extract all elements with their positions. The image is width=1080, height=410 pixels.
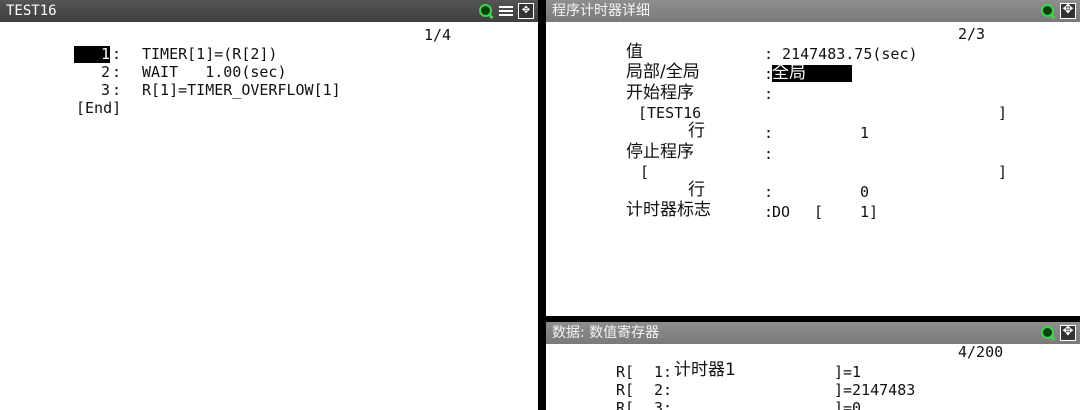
- timer-flag-index[interactable]: 1]: [860, 204, 878, 221]
- line-number-cursor[interactable]: 1: [74, 46, 110, 63]
- register-data-pane: 数据: 数值寄存器 4/200 R[ 1: 计时器1 ]=1 R[ 2: ]=2…: [546, 322, 1080, 410]
- register-value[interactable]: ]=2147483: [834, 382, 915, 399]
- program-editor-pane: TEST16 1/4 1 : TIMER[1]=(R[2]) 2 : WAIT …: [0, 0, 538, 410]
- line-code[interactable]: TIMER[1]=(R[2]): [142, 46, 277, 63]
- start-line-colon: :: [764, 124, 774, 142]
- register-prefix: R[: [616, 363, 635, 381]
- start-line-value: 1: [860, 124, 870, 142]
- line-code[interactable]: R[1]=TIMER_OVERFLOW[1]: [142, 82, 341, 99]
- stop-program-label: 停止程序: [626, 142, 694, 162]
- register-index: 2:: [654, 381, 673, 399]
- zoom-icon[interactable]: [478, 3, 494, 19]
- register-prefix: R[: [616, 381, 635, 399]
- zoom-icon[interactable]: [1040, 3, 1056, 19]
- stop-program-close: ]: [998, 163, 1008, 181]
- line-separator: :: [112, 63, 122, 81]
- timer-flag-label: 计时器标志: [626, 200, 711, 220]
- register-prefix: R[: [616, 399, 635, 410]
- line-number[interactable]: 2: [74, 64, 110, 81]
- timer-detail-pane: 程序计时器详细 2/3 值 : 2147483.75(sec) 局部/全局 : …: [546, 0, 1080, 316]
- register-value[interactable]: ]=0: [834, 400, 861, 410]
- program-name-title: TEST16: [6, 3, 57, 19]
- line-number[interactable]: 3: [74, 82, 110, 99]
- maximize-icon[interactable]: [1060, 2, 1076, 19]
- timer-value: : 2147483.75(sec): [764, 45, 918, 63]
- stop-line-colon: :: [764, 183, 774, 201]
- program-page-indicator: 1/4: [424, 26, 452, 44]
- value-label: 值: [626, 42, 643, 62]
- scope-label: 局部/全局: [626, 62, 700, 82]
- register-comment[interactable]: 计时器1: [674, 362, 736, 379]
- detail-page-indicator: 2/3: [958, 25, 986, 43]
- start-program-close: ]: [998, 104, 1008, 122]
- zoom-icon[interactable]: [1040, 325, 1056, 341]
- start-program-label: 开始程序: [626, 83, 694, 103]
- scope-value-field[interactable]: 全局: [772, 65, 852, 82]
- timer-detail-titlebar: 程序计时器详细: [546, 0, 1080, 22]
- menu-icon[interactable]: [498, 3, 514, 19]
- start-program-name: [TEST16: [638, 104, 702, 122]
- stop-program-name: [: [640, 163, 650, 181]
- maximize-icon[interactable]: [518, 2, 534, 19]
- register-page-indicator: 4/200: [958, 343, 1004, 361]
- line-code[interactable]: WAIT 1.00(sec): [142, 64, 287, 81]
- register-index: 1:: [654, 363, 673, 381]
- timer-flag-bracket: [: [814, 203, 824, 221]
- register-index: 3:: [654, 399, 673, 410]
- line-separator: :: [112, 45, 122, 63]
- maximize-icon[interactable]: [1060, 324, 1076, 341]
- stop-line-value: 0: [860, 183, 870, 201]
- end-marker: [End]: [76, 99, 122, 117]
- register-data-title: 数据: 数值寄存器: [552, 325, 660, 341]
- stop-program-colon: :: [764, 145, 774, 163]
- stop-line-label: 行: [688, 180, 705, 200]
- program-editor-titlebar: TEST16: [0, 0, 538, 22]
- line-separator: :: [112, 81, 122, 99]
- register-data-titlebar: 数据: 数值寄存器: [546, 322, 1080, 344]
- timer-detail-title: 程序计时器详细: [552, 3, 650, 19]
- start-line-label: 行: [688, 121, 705, 141]
- register-value[interactable]: ]=1: [834, 364, 861, 381]
- timer-flag-io-type[interactable]: DO: [772, 204, 790, 221]
- start-program-colon: :: [764, 85, 774, 103]
